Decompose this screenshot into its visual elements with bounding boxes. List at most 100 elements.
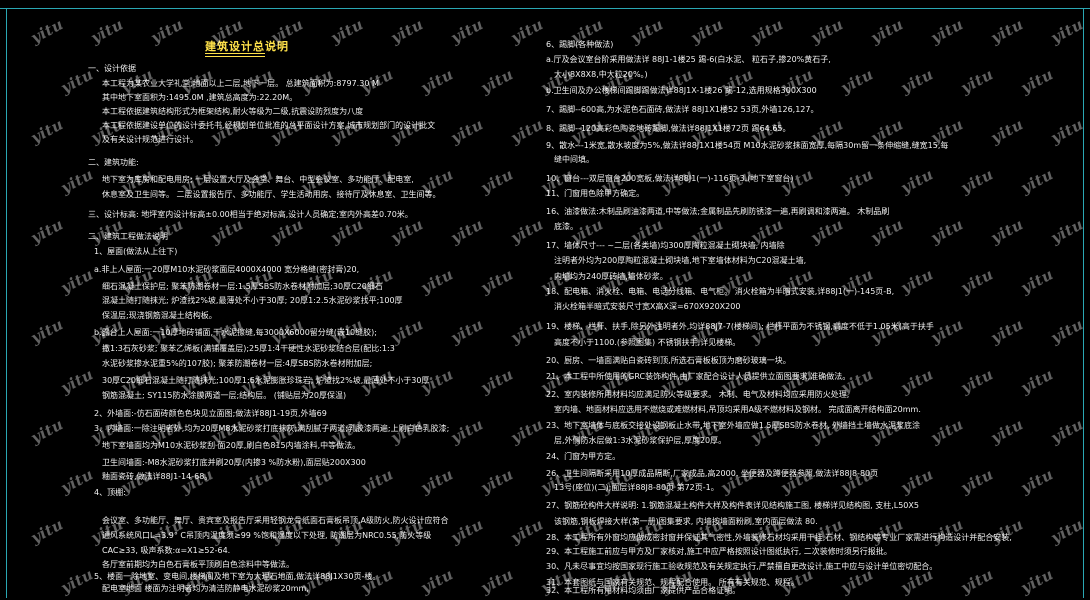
watermark-text: yitu [987, 315, 1027, 347]
watermark-text: yitu [327, 115, 367, 147]
watermark-text: yitu [867, 415, 907, 447]
note-line: 30厚C20细石混凝土随打随抹光;100厚1:6水泥膨胀珍珠岩; 炉渣找2%坡,… [102, 376, 430, 385]
note-line: 二、建筑工程做法说明 [88, 232, 168, 241]
watermark-text: yitu [387, 315, 427, 347]
note-line: 会议室、多功能厅、舞厅、贵宾室及报告厅采用轻钢龙骨纸面石膏板吊顶,A级防火,防火… [102, 516, 449, 525]
note-line: 3、内墙面:一除注明者外,均为20厚M8水泥砂浆打底抹灰;满刮腻子两道;乳胶漆两… [94, 424, 450, 433]
watermark-text: yitu [1017, 165, 1057, 197]
watermark-text: yitu [57, 465, 97, 497]
note-line: 26、卫生间隔断采用10厚成品隔断,厂家成品,高2000. 坐便器及蹲便器参照,… [546, 469, 879, 478]
watermark-text: yitu [477, 465, 517, 497]
watermark-text: yitu [897, 265, 937, 297]
note-line: b.露台上人屋面:一10厚地砖铺面,干水泥擦缝,每3000X6000留分缝(嵌1… [94, 328, 377, 337]
watermark-text: yitu [27, 415, 67, 447]
note-line: 9、散水---1米宽,散水坡度为5%,做法详88J1X1楼54页 M10水泥砂浆… [546, 141, 949, 150]
watermark-text: yitu [807, 15, 847, 47]
note-line: 内墙均为240厚砖墙,墙体砂浆。 [554, 272, 668, 281]
watermark-text: yitu [267, 115, 307, 147]
note-line: 19、楼梯、栏杆、扶手,除另外注明者外,均详88J7-7(楼梯间); 栏杆平面为… [546, 322, 934, 331]
note-line: 该钢筋,钢板焊接大样(第一册)图集要求, 内墙按墙面粉刷,室内面层做法 80. [554, 517, 818, 526]
note-line: 20、厨房、一墙面满贴白瓷砖到顶,所选石膏板板顶为磨砂玻璃一块。 [546, 356, 791, 365]
watermark-text: yitu [1047, 215, 1087, 247]
note-line: 21、本工程中所使用的GRC装饰构件,由厂家配合设计人员提供立面图要求,准确做法… [546, 372, 851, 381]
note-line: 32、本工程所有用材料均须由厂家提供产品合格证明。 [546, 586, 741, 595]
watermark-text: yitu [57, 265, 97, 297]
watermark-text: yitu [147, 15, 187, 47]
document-title: 建筑设计总说明 [205, 40, 289, 53]
watermark-text: yitu [27, 215, 67, 247]
note-line: 保温层;现浇钢筋混凝土结构板。 [102, 311, 217, 320]
watermark-text: yitu [387, 115, 427, 147]
note-line: 8、踢脚--120高彩色陶瓷地砖踢脚,做法详88J1X1楼72页 踢64.65。 [546, 124, 791, 133]
note-line: 消火栓箱半暗式安装尺寸宽X高X深=670X920X200 [554, 302, 741, 311]
note-line: 10、窗台---双层窗台200宽板,做法详88J1(一)-116页-3.(地下室… [546, 174, 794, 183]
note-line: 缝中间填。 [554, 155, 594, 164]
note-line: 23、地下室墙体与底板交接处设钢板止水带,地下室外墙应做1.5厚SBS防水卷材,… [546, 421, 921, 430]
watermark-text: yitu [927, 215, 967, 247]
note-line: 地下室墙面均为M10水泥砂浆刮 面20厚,刷白色815内墙涂料,中等做法。 [102, 441, 361, 450]
watermark-text: yitu [417, 465, 457, 497]
watermark-text: yitu [447, 315, 487, 347]
note-line: 29、本工程施工前应与甲方及厂家核对,施工中应严格按照设计图纸执行, 二次装修时… [546, 547, 892, 556]
note-line: 钢筋混凝土; SY115防水涂膜两道一层;结构层。 (铺贴层为20厚保温) [102, 391, 347, 400]
watermark-text: yitu [417, 65, 457, 97]
watermark-text: yitu [837, 65, 877, 97]
note-line: 本工程依据建筑结构形式为框架结构,耐火等级为二级,抗震设防烈度为八度 [102, 107, 364, 116]
watermark-text: yitu [957, 265, 997, 297]
title-underline-double [205, 56, 265, 57]
watermark-text: yitu [417, 265, 457, 297]
watermark-text: yitu [1047, 15, 1087, 47]
title-underline [205, 53, 265, 54]
note-line: 其中地下室面积为:1495.0M ,建筑总高度为:22.20M。 [102, 93, 298, 102]
watermark-text: yitu [747, 415, 787, 447]
watermark-text: yitu [987, 215, 1027, 247]
watermark-text: yitu [897, 465, 937, 497]
note-line: 11、门窗用色除甲方确定。 [546, 189, 645, 198]
note-line: b.卫生间及办公楼梯间踢脚踢做法详88J1X-1楼26 踢-12,选用规格300… [546, 86, 817, 95]
watermark-text: yitu [957, 465, 997, 497]
note-line: 27、钢筋砼构件大样说明: 1.钢筋混凝土构件大样及构件表详见结构施工图, 楼梯… [546, 501, 919, 510]
note-line: 16、油漆做法:木制品刷油漆两道,中等做法;金属制品先刷防锈漆一遍,再刷调和漆两… [546, 207, 890, 216]
watermark-text: yitu [507, 15, 547, 47]
watermark-text: yitu [1017, 465, 1057, 497]
drawing-frame-top [0, 8, 1090, 9]
watermark-text: yitu [297, 465, 337, 497]
watermark-text: yitu [897, 165, 937, 197]
note-line: 各厅室前期均为白色石膏板平顶刷白色涂料中等做法。 [102, 560, 294, 569]
note-line: 17、墙体尺寸--- ~二层(各类墙)均300厚陶粒混凝土砌块墙, 内墙除 [546, 241, 785, 250]
watermark-text: yitu [27, 515, 67, 547]
note-line: a.厅及会议室台阶采用做法详 88J1-1楼25 踢-6(白水泥、 粒石子,掺2… [546, 55, 831, 64]
note-line: 7、踢脚--600高,为水泥色石面砖,做法详 88J1X1楼52 53页,外墙1… [546, 105, 819, 114]
watermark-text: yitu [87, 15, 127, 47]
watermark-text: yitu [207, 115, 247, 147]
watermark-text: yitu [57, 165, 97, 197]
watermark-text: yitu [507, 415, 547, 447]
watermark-text: yitu [447, 115, 487, 147]
watermark-text: yitu [477, 265, 517, 297]
note-line: 混凝土随打随抹光; 炉渣找2%坡,最薄处不小于30厚; 20厚1:2.5水泥砂浆… [102, 296, 403, 305]
watermark-text: yitu [447, 415, 487, 447]
note-line: 大小8X8X8,中大粒20%。) [554, 70, 648, 79]
note-line: 三、设计标高: 地坪室内设计标高±0.00相当于绝对标高,设计人员确定;室内外高… [88, 210, 413, 219]
note-line: 1、屋面(做法从上往下) [94, 247, 178, 256]
watermark-text: yitu [447, 215, 487, 247]
watermark-text: yitu [987, 415, 1027, 447]
note-line: 本工程依据建设单位的设计委托书,经规划单位批准的总平面设计方案,城市规划部门的设… [102, 121, 436, 130]
watermark-text: yitu [807, 215, 847, 247]
note-line: 一、设计依据 [88, 64, 136, 73]
note-line: 6、踢脚(各种做法) [546, 40, 614, 49]
note-line: 2、外墙面:-仿石面砖颜色色块见立面图;做法详88J1-19页,外墙69 [94, 409, 327, 418]
watermark-text: yitu [27, 115, 67, 147]
watermark-text: yitu [627, 15, 667, 47]
note-line: 22、室内装修所用材料均应满足防火等级要求。 木制、电气及材料均应采用防火处理, [546, 390, 850, 399]
note-line: a.非上人屋面:一20厚M10水泥砂浆面层4000X4000 宽分格缝(密封膏)… [94, 265, 360, 274]
watermark-text: yitu [1047, 115, 1087, 147]
watermark-text: yitu [57, 565, 97, 597]
watermark-text: yitu [507, 515, 547, 547]
watermark-text: yitu [27, 15, 67, 47]
note-line: 24、门窗为甲方定。 [546, 452, 621, 461]
watermark-text: yitu [507, 215, 547, 247]
watermark-text: yitu [237, 465, 277, 497]
watermark-text: yitu [867, 215, 907, 247]
watermark-text: yitu [897, 365, 937, 397]
